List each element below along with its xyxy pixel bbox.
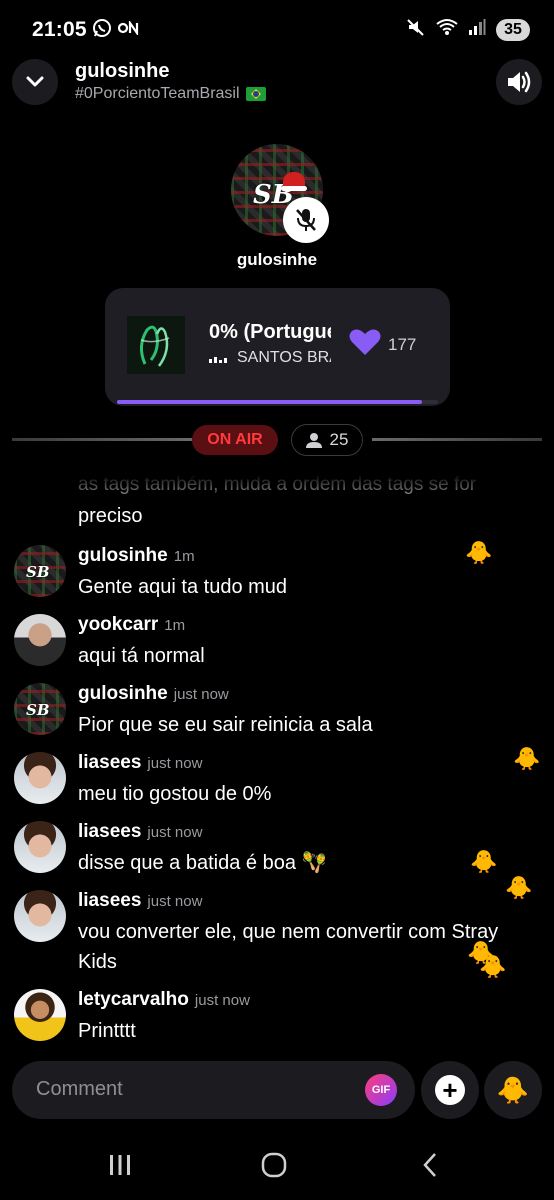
battery-indicator: 35 (496, 18, 530, 41)
status-time: 21:05 (32, 18, 87, 41)
avatar[interactable] (14, 989, 66, 1041)
song-progress-fill (117, 400, 422, 404)
song-progress (117, 400, 438, 404)
equalizer-icon (209, 353, 227, 363)
heart-icon (349, 329, 381, 355)
avatar[interactable]: SB (14, 683, 66, 735)
floating-reaction: 🐥 (513, 746, 541, 771)
avatar[interactable] (14, 821, 66, 873)
chat-time: just now (147, 755, 203, 772)
chick-icon: 🐥 (496, 1074, 530, 1105)
song-artist-row: SANTOS BRAVOS (209, 349, 331, 367)
chat-username[interactable]: liasees just now (78, 890, 202, 912)
chat-text: Printttt (78, 1020, 136, 1042)
chat-username[interactable]: gulosinhe just now (78, 683, 229, 705)
system-nav-bar (0, 1130, 554, 1200)
chat-feed[interactable]: as tags também, muda a ordem das tags se… (0, 470, 554, 1050)
floating-reaction: 🐥 (470, 849, 498, 874)
chat-username[interactable]: gulosinhe 1m (78, 545, 195, 567)
room-subtitle: #0PorcientoTeamBrasil (75, 85, 266, 103)
chat-username-text: letycarvalho (78, 989, 189, 1010)
chat-time: just now (147, 893, 203, 910)
now-playing-card[interactable]: 0% (Portuguese Version) SANTOS BRAVOS 17… (105, 288, 450, 406)
avatar-logo: SB (26, 701, 50, 719)
gif-button[interactable]: GIF (365, 1074, 397, 1106)
plus-icon: + (435, 1075, 465, 1105)
divider-left (12, 438, 192, 441)
chat-username-text: gulosinhe (78, 683, 168, 704)
wifi-icon (436, 18, 458, 41)
chat-text: disse que a batida é boa 🪇 (78, 852, 327, 874)
chat-text: Pior que se eu sair reinicia a sala (78, 714, 373, 736)
person-icon (305, 433, 322, 448)
room-hashtag: #0PorcientoTeamBrasil (75, 85, 240, 102)
santa-hat-brim (281, 186, 307, 191)
listener-count-button[interactable]: 25 (291, 424, 363, 456)
mute-icon (406, 17, 426, 42)
song-artist: SANTOS BRAVOS (237, 349, 331, 366)
avatar[interactable] (14, 890, 66, 942)
album-art (127, 316, 185, 374)
status-left-icons (92, 18, 140, 43)
status-bar: 21:05 35 (0, 0, 554, 56)
collapse-button[interactable] (12, 59, 58, 105)
speaker-button[interactable] (496, 59, 542, 105)
floating-reaction: 🐥 (465, 540, 493, 565)
chat-username[interactable]: liasees just now (78, 752, 202, 774)
listener-count: 25 (329, 430, 349, 449)
like-count: 177 (388, 335, 417, 354)
avatar[interactable] (14, 614, 66, 666)
comment-input[interactable]: Comment GIF (12, 1061, 415, 1119)
floating-reaction: 🐥 (505, 875, 533, 900)
mic-off-icon (296, 209, 316, 231)
previous-message-continuation: preciso (78, 505, 143, 527)
chat-time: just now (173, 686, 229, 703)
chat-username-text: liasees (78, 821, 142, 842)
like-button[interactable] (349, 328, 381, 361)
on-icon (117, 19, 140, 40)
recent-apps-button[interactable] (100, 1150, 140, 1180)
back-icon (423, 1153, 436, 1177)
chat-time: 1m (164, 617, 186, 634)
chat-time: 1m (173, 548, 195, 565)
chat-text: Gente aqui ta tudo mud (78, 576, 288, 598)
chat-username-text: liasees (78, 890, 142, 911)
chat-text: meu tio gostou de 0% (78, 783, 272, 805)
on-air-badge: ON AIR (192, 425, 278, 455)
avatar[interactable]: SB (14, 545, 66, 597)
room-title: gulosinhe (75, 60, 170, 82)
whatsapp-icon (92, 18, 112, 43)
chat-username[interactable]: yookcarr 1m (78, 614, 185, 636)
signal-icon (468, 19, 486, 40)
chevron-down-icon (26, 76, 44, 87)
chat-username[interactable]: liasees just now (78, 821, 202, 843)
home-icon (261, 1152, 287, 1178)
chat-username-text: yookcarr (78, 614, 159, 635)
previous-message-faded: as tags também, muda a ordem das tags se… (78, 474, 477, 495)
recent-apps-icon (110, 1155, 130, 1175)
chat-username[interactable]: letycarvalho just now (78, 989, 250, 1011)
chat-time: just now (194, 992, 250, 1009)
mic-muted-indicator (283, 197, 329, 243)
speaker-icon (508, 71, 531, 93)
back-button[interactable] (410, 1150, 450, 1180)
divider-right (372, 438, 542, 441)
home-button[interactable] (254, 1150, 294, 1180)
brazil-flag-icon (245, 87, 266, 101)
host-name: gulosinhe (236, 250, 318, 269)
song-title: 0% (Portuguese Version) (209, 321, 331, 343)
add-button[interactable]: + (421, 1061, 479, 1119)
comment-placeholder: Comment (36, 1078, 123, 1100)
chat-username-text: liasees (78, 752, 142, 773)
reaction-button[interactable]: 🐥 (484, 1061, 542, 1119)
chat-time: just now (147, 824, 203, 841)
chat-username-text: gulosinhe (78, 545, 168, 566)
avatar-logo: SB (26, 563, 50, 581)
floating-reaction: 🐥 (479, 954, 507, 979)
avatar[interactable] (14, 752, 66, 804)
chat-text: aqui tá normal (78, 645, 205, 667)
status-right-icons: 35 (406, 17, 530, 42)
